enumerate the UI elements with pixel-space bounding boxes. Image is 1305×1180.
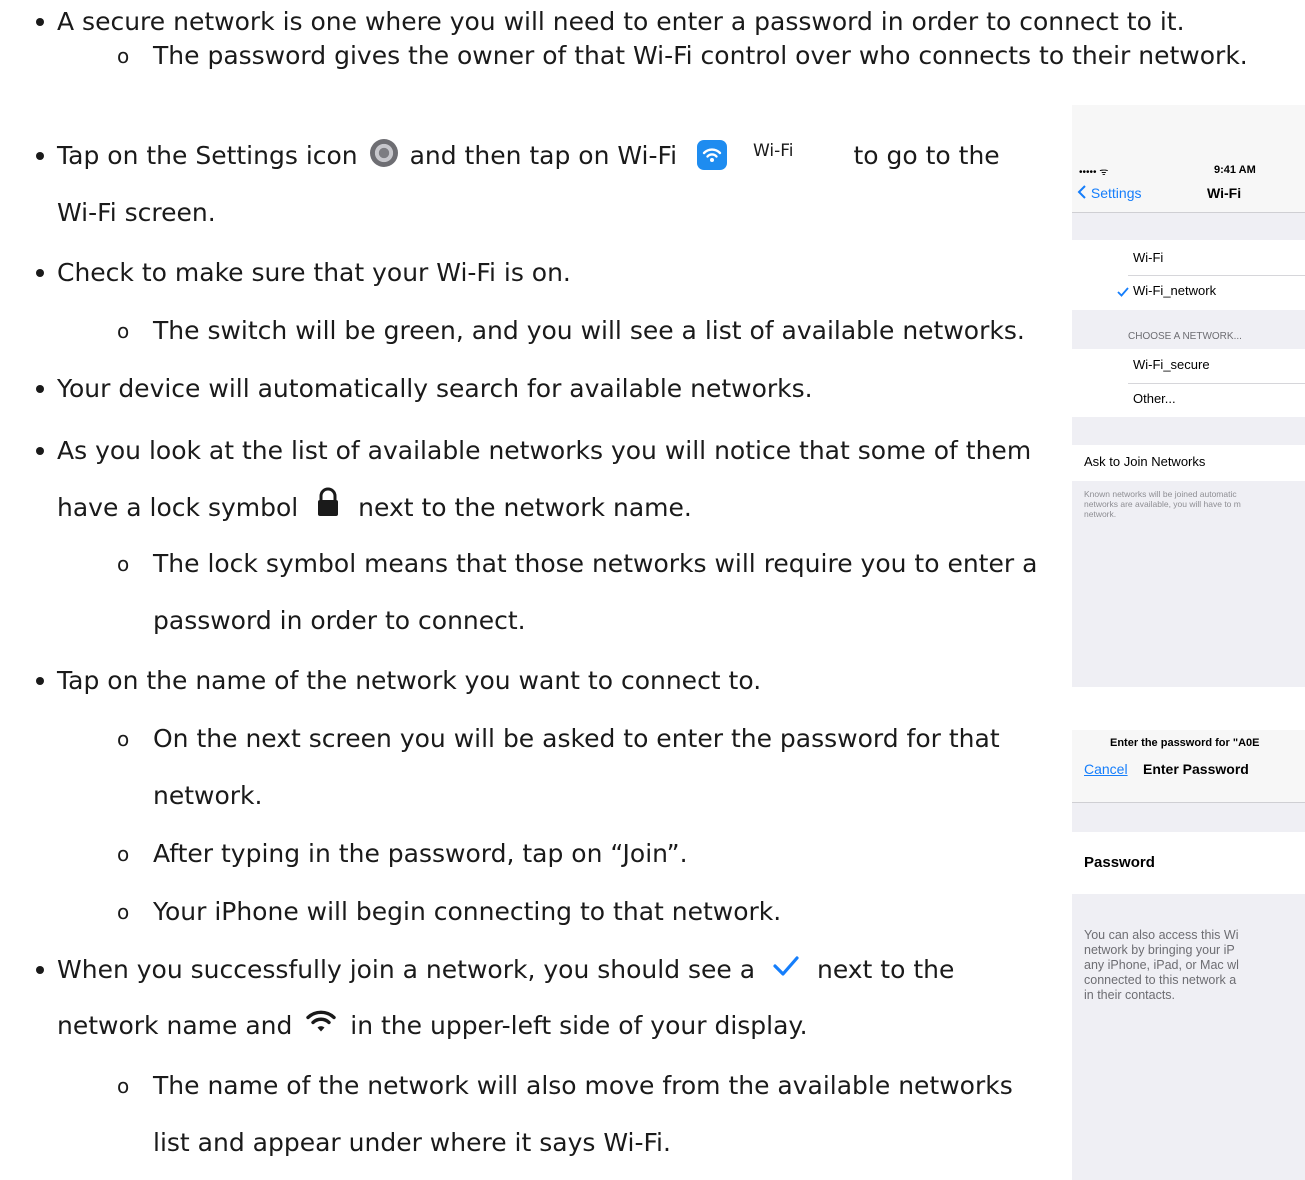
wifi-settings-screenshot: ••••• ᯤ 9:41 AM Settings Wi-Fi Wi-Fi Wi-… [1072, 105, 1305, 687]
row-divider [1128, 383, 1305, 384]
status-signal: ••••• ᯤ [1079, 167, 1109, 178]
text-line: As you look at the list of available net… [57, 436, 1032, 465]
bullet-dot [36, 966, 44, 974]
other-network-item[interactable]: Other... [1133, 391, 1176, 406]
text-line: have a lock symbol next to the network n… [57, 487, 692, 528]
bullet-dot [36, 269, 44, 277]
sub-bullet-marker: o [117, 44, 130, 68]
info-text: any iPhone, iPad, or Mac wl [1084, 958, 1239, 972]
wifi-app-icon [696, 140, 727, 170]
wifi-icon [306, 1009, 337, 1041]
network-item[interactable]: Wi-Fi_secure [1133, 357, 1210, 372]
section-header: CHOOSE A NETWORK... [1128, 331, 1242, 342]
footer-note: networks are available, you will have to… [1084, 499, 1241, 509]
text-fragment: and then tap on Wi-Fi [409, 141, 678, 170]
text-line: Your iPhone will begin connecting to tha… [153, 897, 782, 926]
status-time: 9:41 AM [1214, 164, 1256, 176]
sub-bullet-marker: o [117, 842, 130, 866]
password-label: Password [1084, 854, 1155, 871]
ask-to-join-label: Ask to Join Networks [1084, 454, 1206, 469]
info-text: in their contacts. [1084, 988, 1176, 1002]
text-line: On the next screen you will be asked to … [153, 724, 1000, 753]
text-line: network name and in the upper-left side … [57, 1010, 808, 1043]
sub-bullet-marker: o [117, 900, 130, 924]
text-line: list and appear under where it says Wi-F… [153, 1128, 671, 1157]
text-line: After typing in the password, tap on “Jo… [153, 839, 688, 868]
text-fragment: to go to the [853, 141, 1000, 170]
lock-icon [316, 487, 340, 525]
text-line: Wi-Fi screen. [57, 198, 216, 227]
text-fragment: have a lock symbol [57, 493, 299, 522]
text-line: Tap on the Settings icon and then tap on… [57, 139, 1000, 175]
connected-network[interactable]: Wi-Fi_network [1133, 283, 1216, 298]
sub-bullet-marker: o [117, 727, 130, 751]
text-fragment: next to the network name. [358, 493, 692, 522]
text-line: Check to make sure that your Wi-Fi is on… [57, 258, 571, 287]
back-button[interactable]: Settings [1077, 185, 1141, 201]
text-line: When you successfully join a network, yo… [57, 954, 954, 987]
text-line: The password gives the owner of that Wi-… [153, 41, 1248, 70]
chevron-left-icon [1077, 185, 1086, 199]
bullet-dot [36, 385, 44, 393]
settings-icon [369, 139, 398, 167]
text-line: password in order to connect. [153, 606, 526, 635]
text-line: Tap on the name of the network you want … [57, 666, 762, 695]
wifi-row-label: Wi-Fi [1133, 250, 1164, 265]
text-fragment: next to the [816, 955, 955, 984]
text-line: network. [153, 781, 263, 810]
info-text: You can also access this Wi [1084, 928, 1239, 942]
footer-note: Known networks will be joined automatic [1084, 489, 1237, 499]
password-prompt: Enter the password for "A0E [1110, 737, 1260, 749]
text-fragment: When you successfully join a network, yo… [57, 955, 756, 984]
footer-note: network. [1084, 509, 1117, 519]
sub-bullet-marker: o [117, 1074, 130, 1098]
info-text: network by bringing your iP [1084, 943, 1235, 957]
bullet-dot [36, 677, 44, 685]
screen-title: Wi-Fi [1207, 185, 1242, 201]
checkmark-icon [773, 953, 799, 985]
enter-password-screenshot: Enter the password for "A0E Cancel Enter… [1072, 730, 1305, 1180]
sub-bullet-marker: o [117, 319, 130, 343]
bullet-dot [36, 447, 44, 455]
row-divider [1128, 275, 1305, 276]
text-fragment: in the upper-left side of your display. [350, 1011, 808, 1040]
text-fragment: network name and [57, 1011, 293, 1040]
text-line: Your device will automatically search fo… [57, 374, 813, 403]
info-text: connected to this network a [1084, 973, 1237, 987]
screen-title: Enter Password [1143, 761, 1249, 777]
text-line: The switch will be green, and you will s… [153, 316, 1025, 345]
text-line: The lock symbol means that those network… [153, 549, 1038, 578]
text-line: The name of the network will also move f… [153, 1071, 1013, 1100]
cancel-button[interactable]: Cancel [1084, 761, 1128, 777]
text-line: A secure network is one where you will n… [57, 7, 1185, 36]
text-fragment: Tap on the Settings icon [57, 141, 358, 170]
bullet-dot [36, 18, 44, 26]
back-label: Settings [1090, 185, 1142, 201]
checkmark-icon [1117, 287, 1129, 297]
bullet-dot [36, 152, 44, 160]
sub-bullet-marker: o [117, 552, 130, 576]
wifi-label: Wi-Fi [752, 141, 794, 161]
